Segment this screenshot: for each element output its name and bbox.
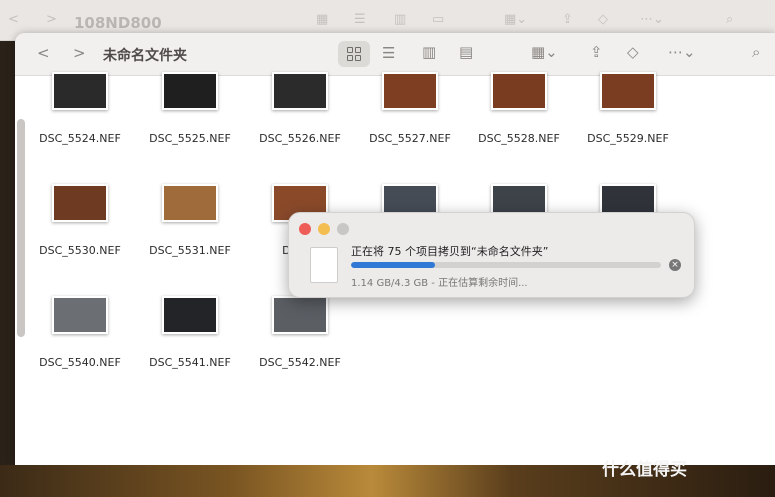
file-thumbnail: [52, 72, 108, 110]
tag-icon: ◇: [598, 12, 608, 27]
file-name: DSC_5542.NEF: [259, 356, 341, 369]
tag-button[interactable]: ◇: [627, 43, 639, 61]
gallery-view-icon: ▭: [432, 12, 445, 27]
copy-dialog-status: 1.14 GB/4.3 GB - 正在估算剩余时间...: [351, 278, 528, 289]
file-name: DSC_5530.NEF: [39, 244, 121, 257]
file-name: DSC_5531.NEF: [149, 244, 231, 257]
search-icon: ⌕: [726, 12, 734, 27]
file-thumbnail: [382, 72, 438, 110]
background-window-title: 108ND800: [74, 14, 162, 32]
file-item[interactable]: DSC_5528.NEF: [469, 72, 569, 145]
file-item[interactable]: DSC_5526.NEF: [250, 72, 350, 145]
file-item[interactable]: DSC_5542.NEF: [250, 296, 350, 369]
search-button[interactable]: ⌕: [752, 43, 760, 61]
file-item[interactable]: DSC_5524.NEF: [30, 72, 130, 145]
column-view-button[interactable]: ▥: [422, 43, 436, 61]
window-title: 未命名文件夹: [103, 48, 187, 64]
file-thumbnail: [52, 296, 108, 334]
file-thumbnail: [491, 72, 547, 110]
forward-button[interactable]: >: [73, 44, 86, 62]
file-name: DSC_5540.NEF: [39, 356, 121, 369]
icon-view-button[interactable]: [338, 41, 370, 67]
file-thumbnail: [162, 296, 218, 334]
file-name: DSC_5524.NEF: [39, 132, 121, 145]
list-view-button[interactable]: ☰: [382, 44, 395, 62]
close-button[interactable]: [299, 223, 311, 235]
file-item[interactable]: DSC_5527.NEF: [360, 72, 460, 145]
forward-icon: >: [46, 12, 57, 27]
file-item[interactable]: DSC_5540.NEF: [30, 296, 130, 369]
list-view-icon: ☰: [354, 12, 366, 27]
file-name: DSC_5525.NEF: [149, 132, 231, 145]
file-name: DSC_5526.NEF: [259, 132, 341, 145]
copy-dialog-title: 正在将 75 个项目拷贝到“未命名文件夹”: [351, 245, 549, 258]
copy-progress-fill: [351, 262, 435, 268]
file-name: DSC_5541.NEF: [149, 356, 231, 369]
file-item[interactable]: DSC_5525.NEF: [140, 72, 240, 145]
stop-copy-button[interactable]: ×: [669, 259, 681, 271]
more-icon: ⋯⌄: [640, 12, 664, 27]
file-item[interactable]: DSC_5541.NEF: [140, 296, 240, 369]
grid-icon: [347, 47, 361, 61]
file-item[interactable]: DSC_5529.NEF: [578, 72, 678, 145]
group-icon: ▦⌄: [504, 12, 528, 27]
column-view-icon: ▥: [394, 12, 407, 27]
file-thumbnail: [600, 72, 656, 110]
copy-progress-bar: [351, 262, 661, 268]
file-thumbnail: [52, 184, 108, 222]
file-item[interactable]: DSC_5531.NEF: [140, 184, 240, 257]
file-name: DSC_5527.NEF: [369, 132, 451, 145]
file-thumbnail: [162, 184, 218, 222]
file-name: DSC_5529.NEF: [587, 132, 669, 145]
toolbar: < > 未命名文件夹 ☰ ▥ ▤ ▦⌄ ⇪ ◇ ⋯⌄ ⌕: [15, 33, 775, 76]
file-thumbnail: [272, 72, 328, 110]
group-button[interactable]: ▦⌄: [531, 43, 558, 61]
file-thumbnail: [162, 72, 218, 110]
action-menu-button[interactable]: ⋯⌄: [668, 43, 696, 61]
share-icon: ⇪: [562, 12, 573, 27]
share-button[interactable]: ⇪: [590, 43, 603, 61]
file-name: DSC_5528.NEF: [478, 132, 560, 145]
back-icon: <: [8, 12, 19, 27]
file-item[interactable]: DSC_5530.NEF: [30, 184, 130, 257]
scrollbar[interactable]: [17, 119, 25, 337]
zoom-button[interactable]: [337, 223, 349, 235]
file-thumbnail: [272, 296, 328, 334]
gallery-view-button[interactable]: ▤: [459, 43, 473, 61]
minimize-button[interactable]: [318, 223, 330, 235]
back-button[interactable]: <: [37, 44, 50, 62]
watermark-text: 什么值得买: [602, 460, 687, 480]
icon-view-icon: ▦: [316, 12, 329, 27]
copy-progress-dialog: 正在将 75 个项目拷贝到“未命名文件夹” 1.14 GB/4.3 GB - 正…: [288, 212, 695, 298]
document-icon: [310, 247, 338, 283]
